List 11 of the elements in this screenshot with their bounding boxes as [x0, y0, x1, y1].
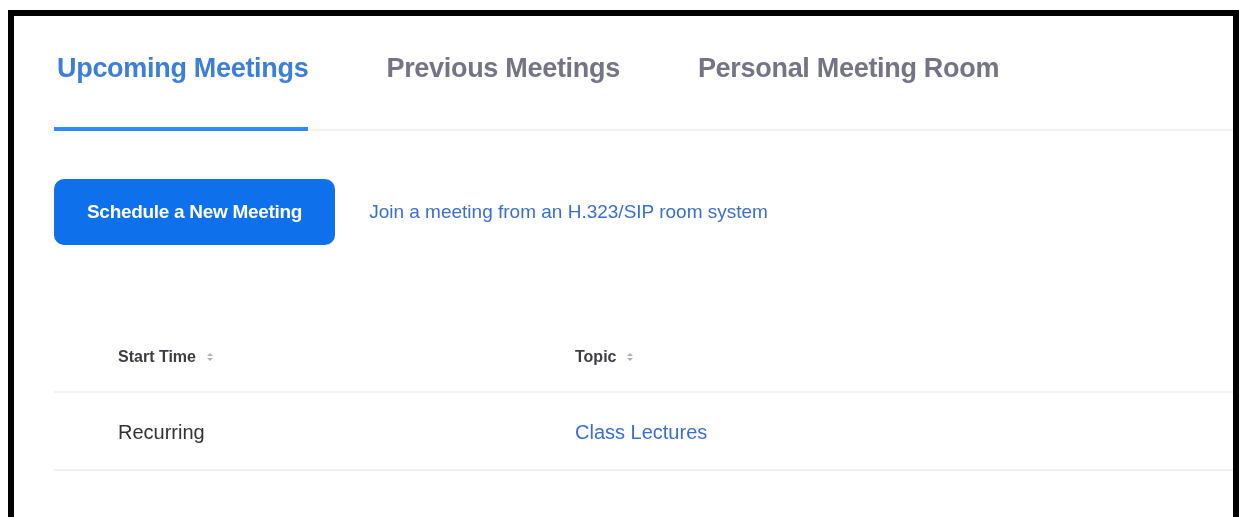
- sort-icon[interactable]: [626, 351, 635, 363]
- schedule-meeting-button[interactable]: Schedule a New Meeting: [54, 178, 336, 245]
- tab[interactable]: Personal Meeting Room: [694, 40, 1000, 131]
- topic-link[interactable]: Class Lectures: [575, 417, 708, 447]
- column-header[interactable]: Start Time: [118, 345, 196, 369]
- tab[interactable]: Previous Meetings: [383, 40, 620, 131]
- join-room-link[interactable]: Join a meeting from an H.323/SIP room system: [369, 197, 768, 226]
- column-header[interactable]: Topic: [575, 345, 617, 369]
- tab[interactable]: Upcoming Meetings: [54, 40, 309, 131]
- sort-icon[interactable]: [205, 351, 214, 363]
- table-cell-text: Recurring: [118, 420, 205, 445]
